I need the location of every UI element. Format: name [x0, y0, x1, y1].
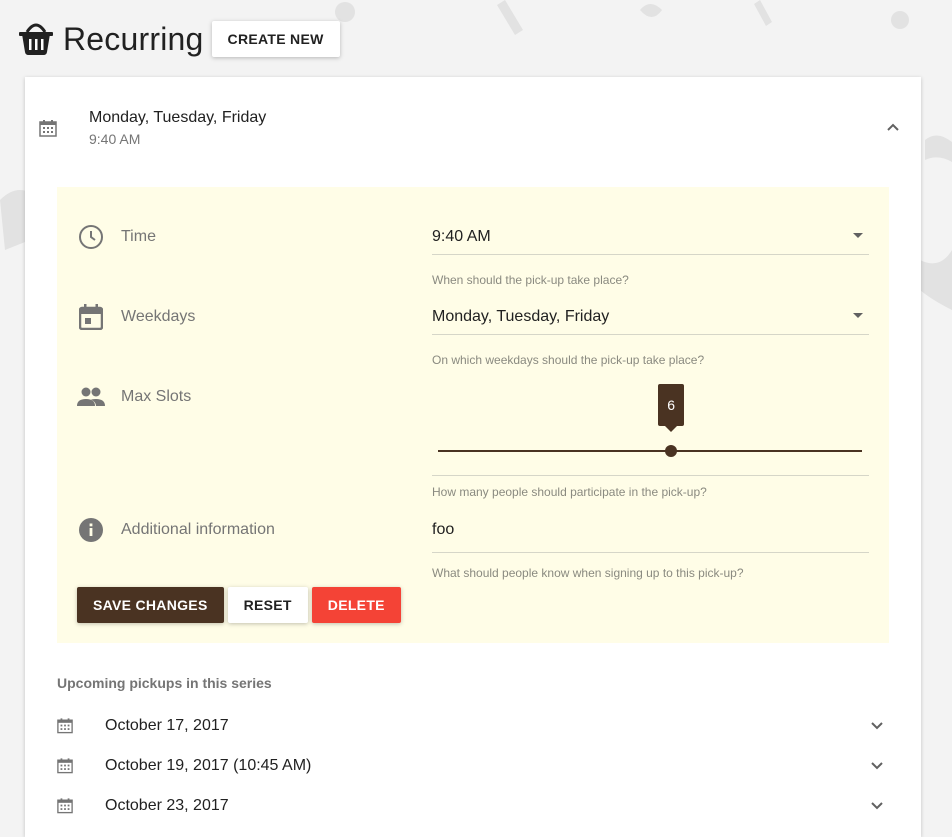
max-slots-slider[interactable]: 6 — [438, 384, 862, 457]
chevron-down-icon[interactable] — [867, 795, 887, 815]
additional-info-underline — [432, 552, 869, 553]
max-slots-label: Max Slots — [121, 388, 192, 405]
calendar-icon — [57, 798, 73, 814]
max-slots-row-label: Max Slots — [77, 383, 191, 411]
time-hint: When should the pick-up take place? — [432, 273, 629, 287]
slider-thumb[interactable] — [665, 445, 678, 457]
series-card: Monday, Tuesday, Friday 9:40 AM Time 9:4… — [25, 77, 921, 837]
create-new-button[interactable]: CREATE NEW — [211, 21, 340, 57]
series-weekdays: Monday, Tuesday, Friday — [89, 109, 267, 126]
info-row-label: Additional information — [77, 516, 275, 544]
save-changes-button[interactable]: SAVE CHANGES — [77, 587, 224, 623]
dropdown-arrow-icon — [853, 233, 863, 238]
weekdays-select[interactable]: Monday, Tuesday, Friday On which weekday… — [432, 307, 869, 367]
edit-panel: Time 9:40 AM When should the pick-up tak… — [57, 187, 889, 643]
event-icon — [77, 303, 105, 331]
page-title: Recurring — [63, 20, 204, 57]
list-item[interactable]: October 19, 2017 (10:45 AM) — [57, 747, 889, 787]
pickup-date: October 23, 2017 — [105, 797, 229, 814]
weekdays-value: Monday, Tuesday, Friday — [432, 308, 610, 325]
weekdays-row-label: Weekdays — [77, 303, 195, 331]
clock-icon — [77, 223, 105, 251]
chevron-down-icon[interactable] — [867, 715, 887, 735]
pickup-date: October 19, 2017 (10:45 AM) — [105, 757, 312, 774]
time-value: 9:40 AM — [432, 228, 491, 245]
chevron-down-icon[interactable] — [867, 755, 887, 775]
max-slots-hint: How many people should participate in th… — [432, 485, 707, 499]
pickup-date: October 17, 2017 — [105, 717, 229, 734]
calendar-icon — [57, 758, 73, 774]
people-icon — [77, 383, 105, 411]
max-slots-underline — [432, 475, 869, 476]
form-actions: SAVE CHANGES RESET DELETE — [77, 587, 401, 623]
weekdays-hint: On which weekdays should the pick-up tak… — [432, 353, 705, 367]
slider-value-label: 6 — [658, 384, 685, 432]
calendar-icon — [57, 718, 73, 734]
dropdown-arrow-icon — [853, 313, 863, 318]
time-label: Time — [121, 228, 156, 245]
list-item[interactable]: October 23, 2017 — [57, 787, 889, 827]
series-header[interactable]: Monday, Tuesday, Friday 9:40 AM — [25, 77, 921, 177]
page-header: Recurring CREATE NEW — [17, 19, 340, 59]
time-select[interactable]: 9:40 AM When should the pick-up take pla… — [432, 227, 869, 287]
chevron-up-icon[interactable] — [883, 117, 903, 137]
time-row-label: Time — [77, 223, 156, 251]
list-item[interactable]: October 17, 2017 — [57, 707, 889, 747]
upcoming-title: Upcoming pickups in this series — [57, 675, 272, 691]
info-icon — [77, 516, 105, 544]
basket-icon — [19, 23, 53, 55]
weekdays-label: Weekdays — [121, 308, 196, 325]
additional-info-value: foo — [432, 521, 455, 538]
reset-button[interactable]: RESET — [227, 587, 308, 623]
additional-info-input[interactable]: foo What should people know when signing… — [432, 520, 869, 580]
calendar-icon — [39, 120, 57, 137]
series-time: 9:40 AM — [89, 131, 141, 147]
weekdays-underline — [432, 334, 869, 335]
time-underline — [432, 254, 869, 255]
delete-button[interactable]: DELETE — [311, 587, 401, 623]
additional-info-hint: What should people know when signing up … — [432, 566, 744, 580]
info-label: Additional information — [121, 521, 275, 538]
